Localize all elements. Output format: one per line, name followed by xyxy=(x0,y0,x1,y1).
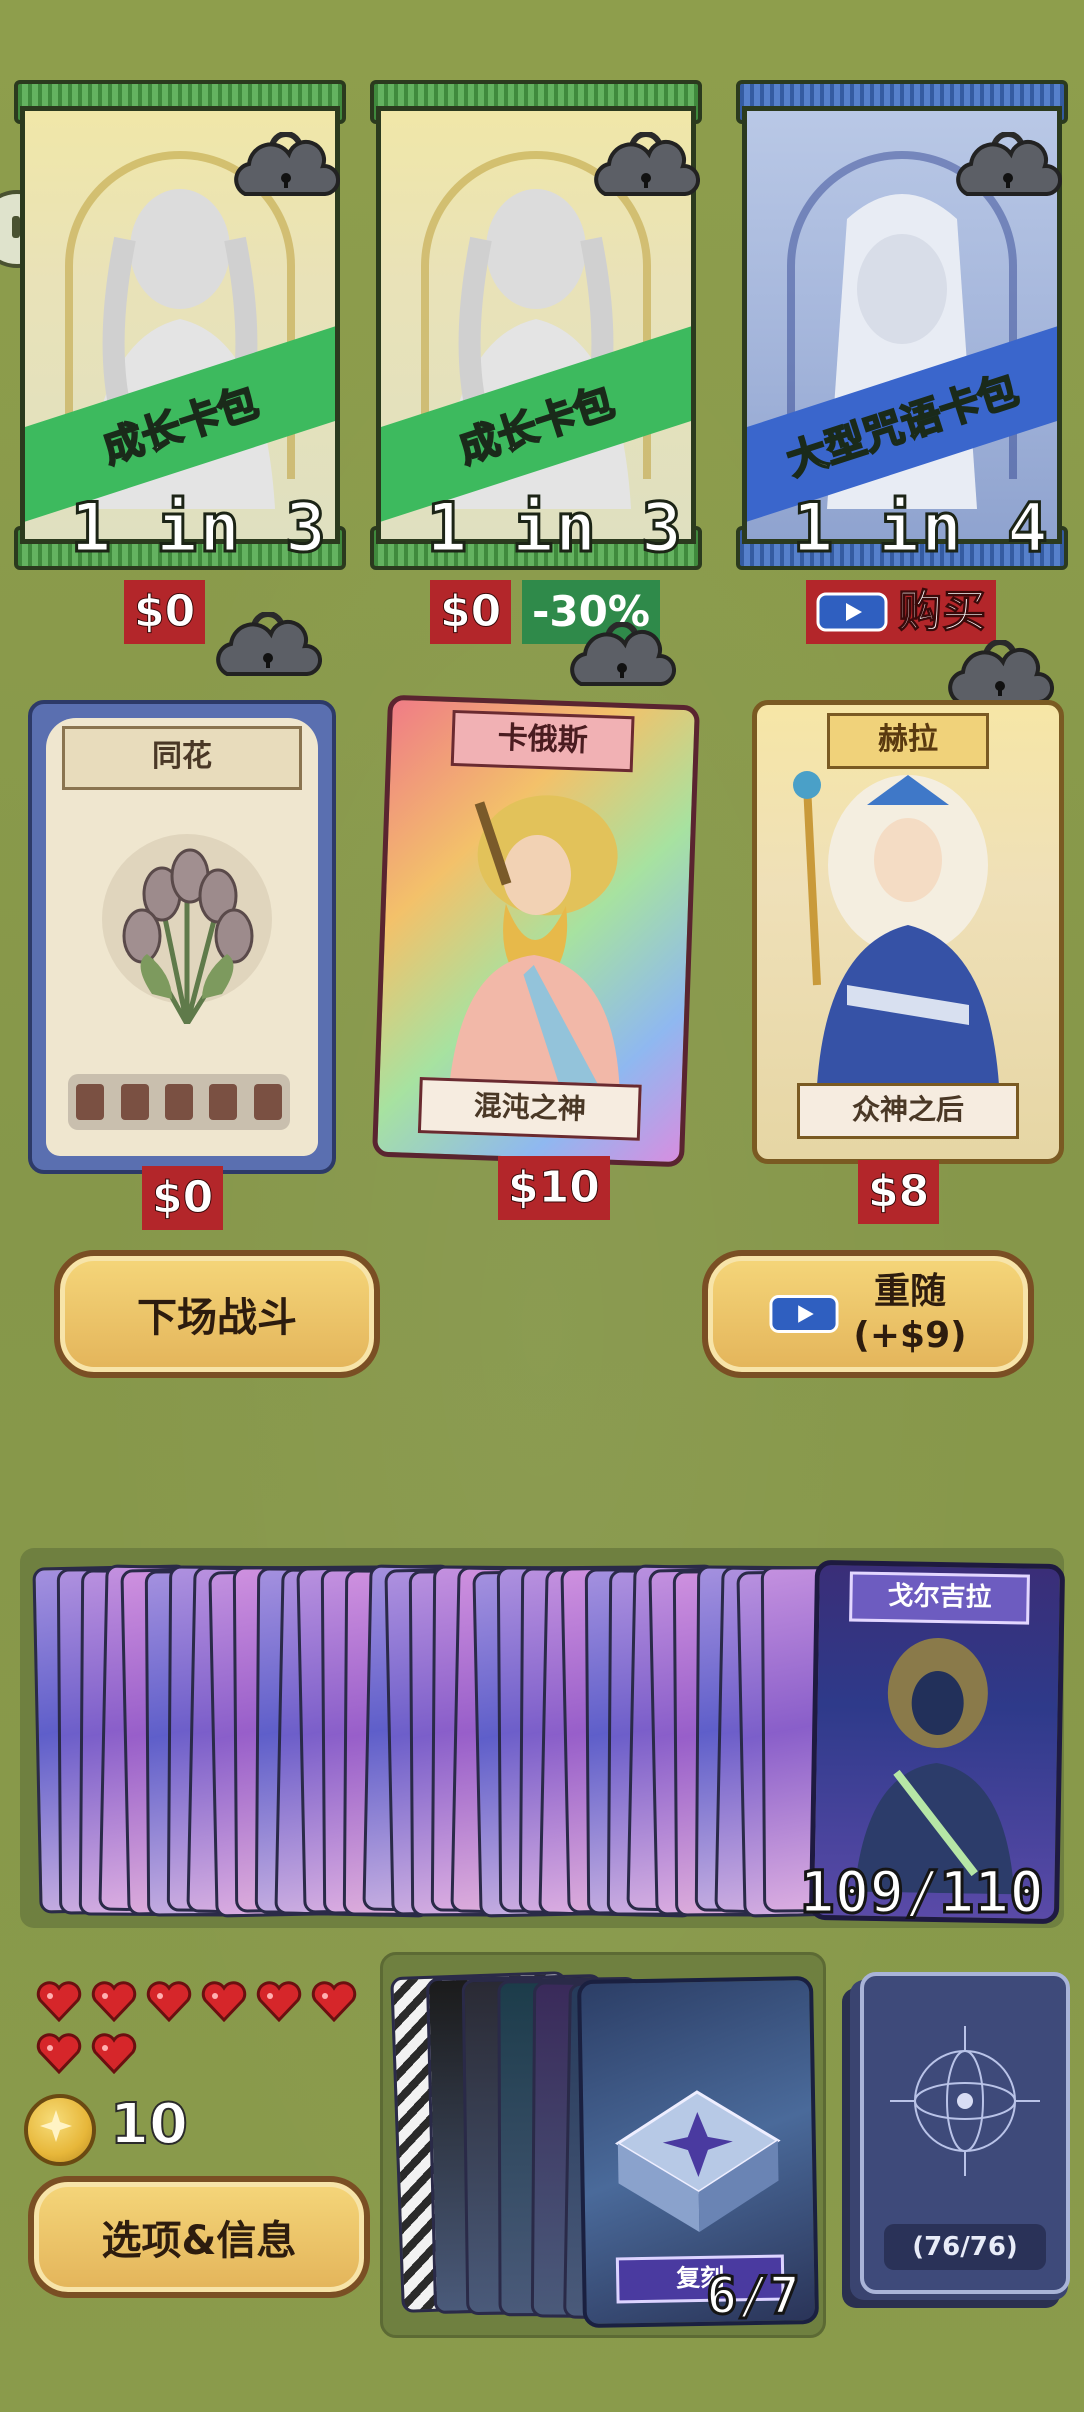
shop-card-chaos[interactable]: 卡俄斯 混沌之神 xyxy=(372,694,700,1168)
deck-counter: (76/76) xyxy=(884,2224,1046,2270)
heart-icon xyxy=(146,1981,192,2022)
pack-price: $0 xyxy=(124,580,206,644)
deck-back-emblem-icon xyxy=(890,2026,1040,2176)
collection-card-stack[interactable] xyxy=(32,1560,920,1920)
locked-cloud-icon[interactable] xyxy=(230,132,340,202)
video-ticket-icon xyxy=(769,1295,839,1333)
locked-cloud-icon[interactable] xyxy=(566,622,676,692)
chaos-god-art xyxy=(449,795,620,1089)
heart-icon xyxy=(311,1981,357,2022)
locked-cloud-icon[interactable] xyxy=(212,612,322,682)
coin-icon xyxy=(24,2094,96,2166)
health-hearts xyxy=(36,1980,366,2090)
buy-with-ad-button[interactable]: 购买 xyxy=(806,580,996,644)
gorgon-character-art xyxy=(854,1638,1015,1895)
slot xyxy=(76,1084,105,1120)
card-price: $0 xyxy=(142,1166,224,1230)
pack-odds: 1 in 3 xyxy=(69,488,328,570)
pack-odds: 1 in 3 xyxy=(425,488,684,570)
reroll-button[interactable]: 重随 (+$9) xyxy=(702,1250,1034,1378)
video-ticket-icon xyxy=(816,592,888,632)
heart-icon xyxy=(91,1981,137,2022)
pack-price: $0 xyxy=(430,580,512,644)
draw-deck[interactable]: (76/76) xyxy=(860,1972,1070,2294)
tulip-flowers-art xyxy=(102,834,272,1024)
reroll-cost: (+$9) xyxy=(853,1315,967,1356)
card-title: 戈尔吉拉 xyxy=(849,1571,1030,1625)
heart-icon xyxy=(36,1981,82,2022)
shop-card-hera[interactable]: 赫拉 众神之后 xyxy=(752,700,1064,1164)
card-price: $8 xyxy=(858,1160,940,1224)
card-price: $10 xyxy=(498,1156,610,1220)
shop-card-flush[interactable]: 同花 xyxy=(28,700,336,1174)
reroll-label: 重随 xyxy=(873,1271,946,1312)
battle-button[interactable]: 下场战斗 xyxy=(54,1250,380,1378)
slot xyxy=(164,1084,193,1120)
buy-label: 购买 xyxy=(898,586,987,638)
hera-queen-art xyxy=(793,771,999,1085)
card-subtitle: 众神之后 xyxy=(797,1083,1019,1139)
slot xyxy=(253,1084,282,1120)
replicate-spell-art xyxy=(615,2090,781,2232)
battle-button-label: 下场战斗 xyxy=(137,1295,297,1341)
card-slots xyxy=(68,1074,290,1130)
heart-icon xyxy=(256,1981,302,2022)
card-title: 同花 xyxy=(62,726,302,790)
slot xyxy=(120,1084,149,1120)
locked-cloud-icon[interactable] xyxy=(952,132,1062,202)
heart-icon xyxy=(201,1981,247,2022)
locked-cloud-icon[interactable] xyxy=(590,132,700,202)
heart-icon xyxy=(36,2033,82,2074)
hand-counter: 6/7 xyxy=(705,2265,802,2328)
pack-odds: 1 in 4 xyxy=(791,488,1050,570)
coin-count: 10 xyxy=(109,2091,189,2158)
slot xyxy=(209,1084,238,1120)
collection-counter: 109/110 xyxy=(798,1857,1045,1928)
heart-icon xyxy=(91,2033,137,2074)
card-subtitle: 混沌之神 xyxy=(417,1077,642,1141)
options-info-button[interactable]: 选项&信息 xyxy=(28,2176,370,2298)
options-button-label: 选项&信息 xyxy=(101,2218,297,2264)
card-title: 赫拉 xyxy=(827,713,989,769)
